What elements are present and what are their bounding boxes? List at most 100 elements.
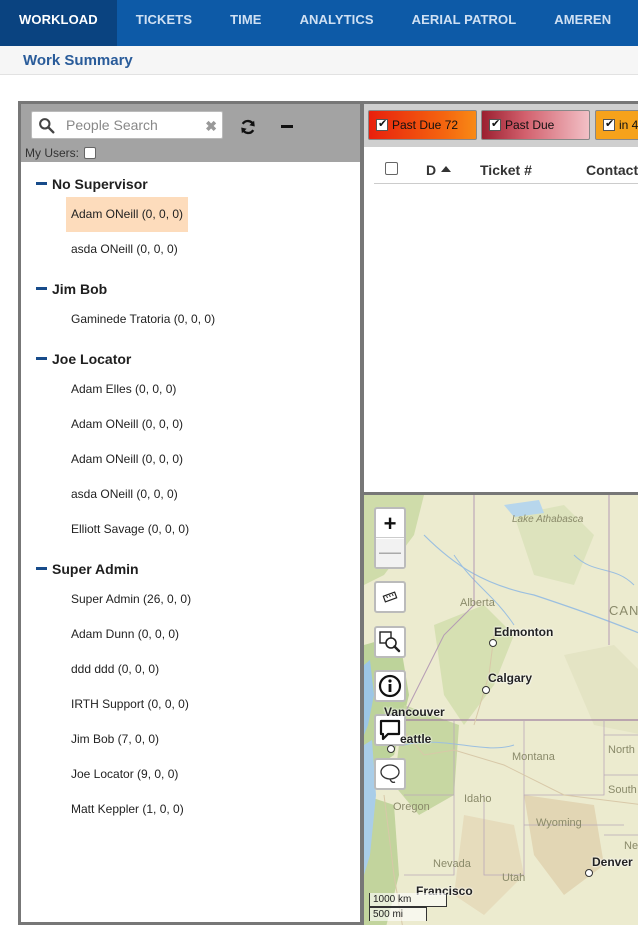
supervisor-group[interactable]: Joe Locator: [21, 337, 360, 372]
collapse-group-icon[interactable]: [36, 182, 47, 185]
nav-tab-workload[interactable]: WORKLOAD: [0, 0, 117, 46]
collapse-group-icon[interactable]: [36, 357, 47, 360]
calgary-marker[interactable]: [482, 686, 490, 694]
info-icon: [378, 674, 402, 698]
my-users-filter: My Users:: [25, 146, 96, 160]
user-row[interactable]: IRTH Support (0, 0, 0): [21, 687, 360, 722]
supervisor-name: Joe Locator: [52, 351, 132, 367]
zoom-control: + —: [374, 507, 406, 569]
ruler-icon: [382, 591, 398, 603]
nav-tab-aerial-patrol[interactable]: AERIAL PATROL: [393, 0, 536, 46]
filter-in-4[interactable]: in 4: [595, 110, 638, 140]
nav-tab-te[interactable]: TE: [630, 0, 638, 46]
zoom-in-button[interactable]: +: [376, 509, 404, 538]
collapse-group-icon[interactable]: [36, 567, 47, 570]
user-row[interactable]: Adam ONeill (0, 0, 0): [21, 197, 360, 232]
user-name: Matt Keppler (1, 0, 0): [71, 802, 184, 816]
filter-checkbox[interactable]: [489, 117, 501, 131]
wyoming-label: Wyoming: [536, 817, 582, 829]
supervisor-name: Jim Bob: [52, 281, 108, 297]
canada-label: CAN: [609, 603, 638, 618]
edmonton-marker[interactable]: [489, 639, 497, 647]
top-nav: WORKLOAD TICKETS TIME ANALYTICS AERIAL PATRO…: [0, 0, 638, 46]
refresh-icon[interactable]: [239, 118, 257, 136]
ticket-filter-bar: Past Due 72 Past Due in 4: [364, 104, 638, 147]
filter-label: Past Due: [505, 118, 555, 132]
identify-button[interactable]: [374, 670, 406, 702]
measure-button[interactable]: [374, 581, 406, 613]
tickets-panel: Past Due 72 Past Due in 4 D Ticket # Con…: [361, 101, 638, 495]
lake-label-text: Lake Athabasca: [512, 514, 584, 525]
user-row[interactable]: Adam ONeill (0, 0, 0): [21, 407, 360, 442]
filter-checkbox[interactable]: [376, 117, 388, 131]
page-title: Work Summary: [23, 52, 133, 69]
user-row[interactable]: Matt Keppler (1, 0, 0): [21, 792, 360, 827]
utah-label: Utah: [502, 872, 526, 884]
my-users-checkbox[interactable]: [84, 147, 96, 159]
filter-label: Past Due 72: [392, 118, 459, 132]
idaho-label: Idaho: [464, 793, 492, 805]
denver-marker[interactable]: [585, 869, 593, 877]
user-row[interactable]: Gaminede Tratoria (0, 0, 0): [21, 302, 360, 337]
south-label: South: [608, 784, 637, 796]
alberta-label: Alberta: [460, 597, 495, 609]
map-scale: 1000 km 500 mi: [369, 893, 447, 921]
filter-past-due[interactable]: Past Due: [481, 110, 590, 140]
map-view[interactable]: + — Lake Athabasca Alberta CAN Montana I…: [361, 492, 638, 925]
north-label: North: [608, 744, 635, 756]
user-row[interactable]: ddd ddd (0, 0, 0): [21, 652, 360, 687]
scale-mi: 500 mi: [369, 907, 427, 921]
supervisor-group[interactable]: Jim Bob: [21, 267, 360, 302]
supervisor-group[interactable]: No Supervisor: [21, 162, 360, 197]
user-row[interactable]: Elliott Savage (0, 0, 0): [21, 512, 360, 547]
clear-search-icon[interactable]: ✖: [205, 118, 217, 135]
collapse-group-icon[interactable]: [36, 287, 47, 290]
lake-label: Lake Athabasca: [512, 515, 583, 525]
filter-past-due-72[interactable]: Past Due 72: [368, 110, 477, 140]
seattle-marker[interactable]: [387, 745, 395, 753]
supervisor-name: No Supervisor: [52, 176, 148, 192]
column-ticket-number[interactable]: Ticket #: [480, 162, 532, 178]
user-row[interactable]: Adam ONeill (0, 0, 0): [21, 442, 360, 477]
nav-tab-analytics[interactable]: ANALYTICS: [281, 0, 393, 46]
sort-ascending-icon[interactable]: [441, 166, 451, 172]
nav-tab-tickets[interactable]: TICKETS: [117, 0, 211, 46]
supervisor-name: Super Admin: [52, 561, 139, 577]
people-tree: No Supervisor Adam ONeill (0, 0, 0) asda O…: [21, 162, 360, 827]
filter-checkbox[interactable]: [603, 117, 615, 131]
montana-label: Montana: [512, 751, 555, 763]
nav-tab-time[interactable]: TIME: [211, 0, 280, 46]
people-search-input[interactable]: [66, 115, 201, 135]
user-row[interactable]: asda ONeill (0, 0, 0): [21, 477, 360, 512]
calgary-label: Calgary: [488, 671, 533, 685]
user-row[interactable]: Jim Bob (7, 0, 0): [21, 722, 360, 757]
collapse-all-icon[interactable]: [281, 125, 293, 128]
filter-label: in 4: [619, 118, 638, 132]
user-row[interactable]: Joe Locator (9, 0, 0): [21, 757, 360, 792]
zoom-out-button[interactable]: —: [376, 539, 404, 567]
select-all-checkbox[interactable]: [385, 162, 398, 175]
column-d[interactable]: D: [426, 162, 436, 178]
oregon-label: Oregon: [393, 801, 430, 813]
user-row[interactable]: asda ONeill (0, 0, 0): [21, 232, 360, 267]
lasso-button[interactable]: [374, 758, 406, 790]
user-row[interactable]: Adam Elles (0, 0, 0): [21, 372, 360, 407]
user-name: Adam ONeill (0, 0, 0): [66, 197, 189, 232]
ne-label: Ne: [624, 840, 638, 852]
seattle-label: eattle: [400, 732, 432, 746]
sub-header: Work Summary: [0, 46, 638, 75]
denver-label: Denver: [592, 855, 633, 869]
vancouver-label: Vancouver: [384, 705, 445, 719]
zoom-to-area-button[interactable]: [374, 626, 406, 658]
my-users-label: My Users:: [25, 146, 79, 160]
lasso-icon: [380, 764, 400, 784]
supervisor-group[interactable]: Super Admin: [21, 547, 360, 582]
nav-tab-ameren[interactable]: AMEREN: [535, 0, 630, 46]
user-row[interactable]: Super Admin (26, 0, 0): [21, 582, 360, 617]
speech-bubble-icon: [379, 719, 401, 741]
zoom-box-icon: [379, 631, 401, 653]
people-search-box[interactable]: ✖: [31, 111, 223, 139]
search-icon: [39, 118, 55, 134]
user-row[interactable]: Adam Dunn (0, 0, 0): [21, 617, 360, 652]
column-contact[interactable]: Contact: [586, 162, 638, 178]
